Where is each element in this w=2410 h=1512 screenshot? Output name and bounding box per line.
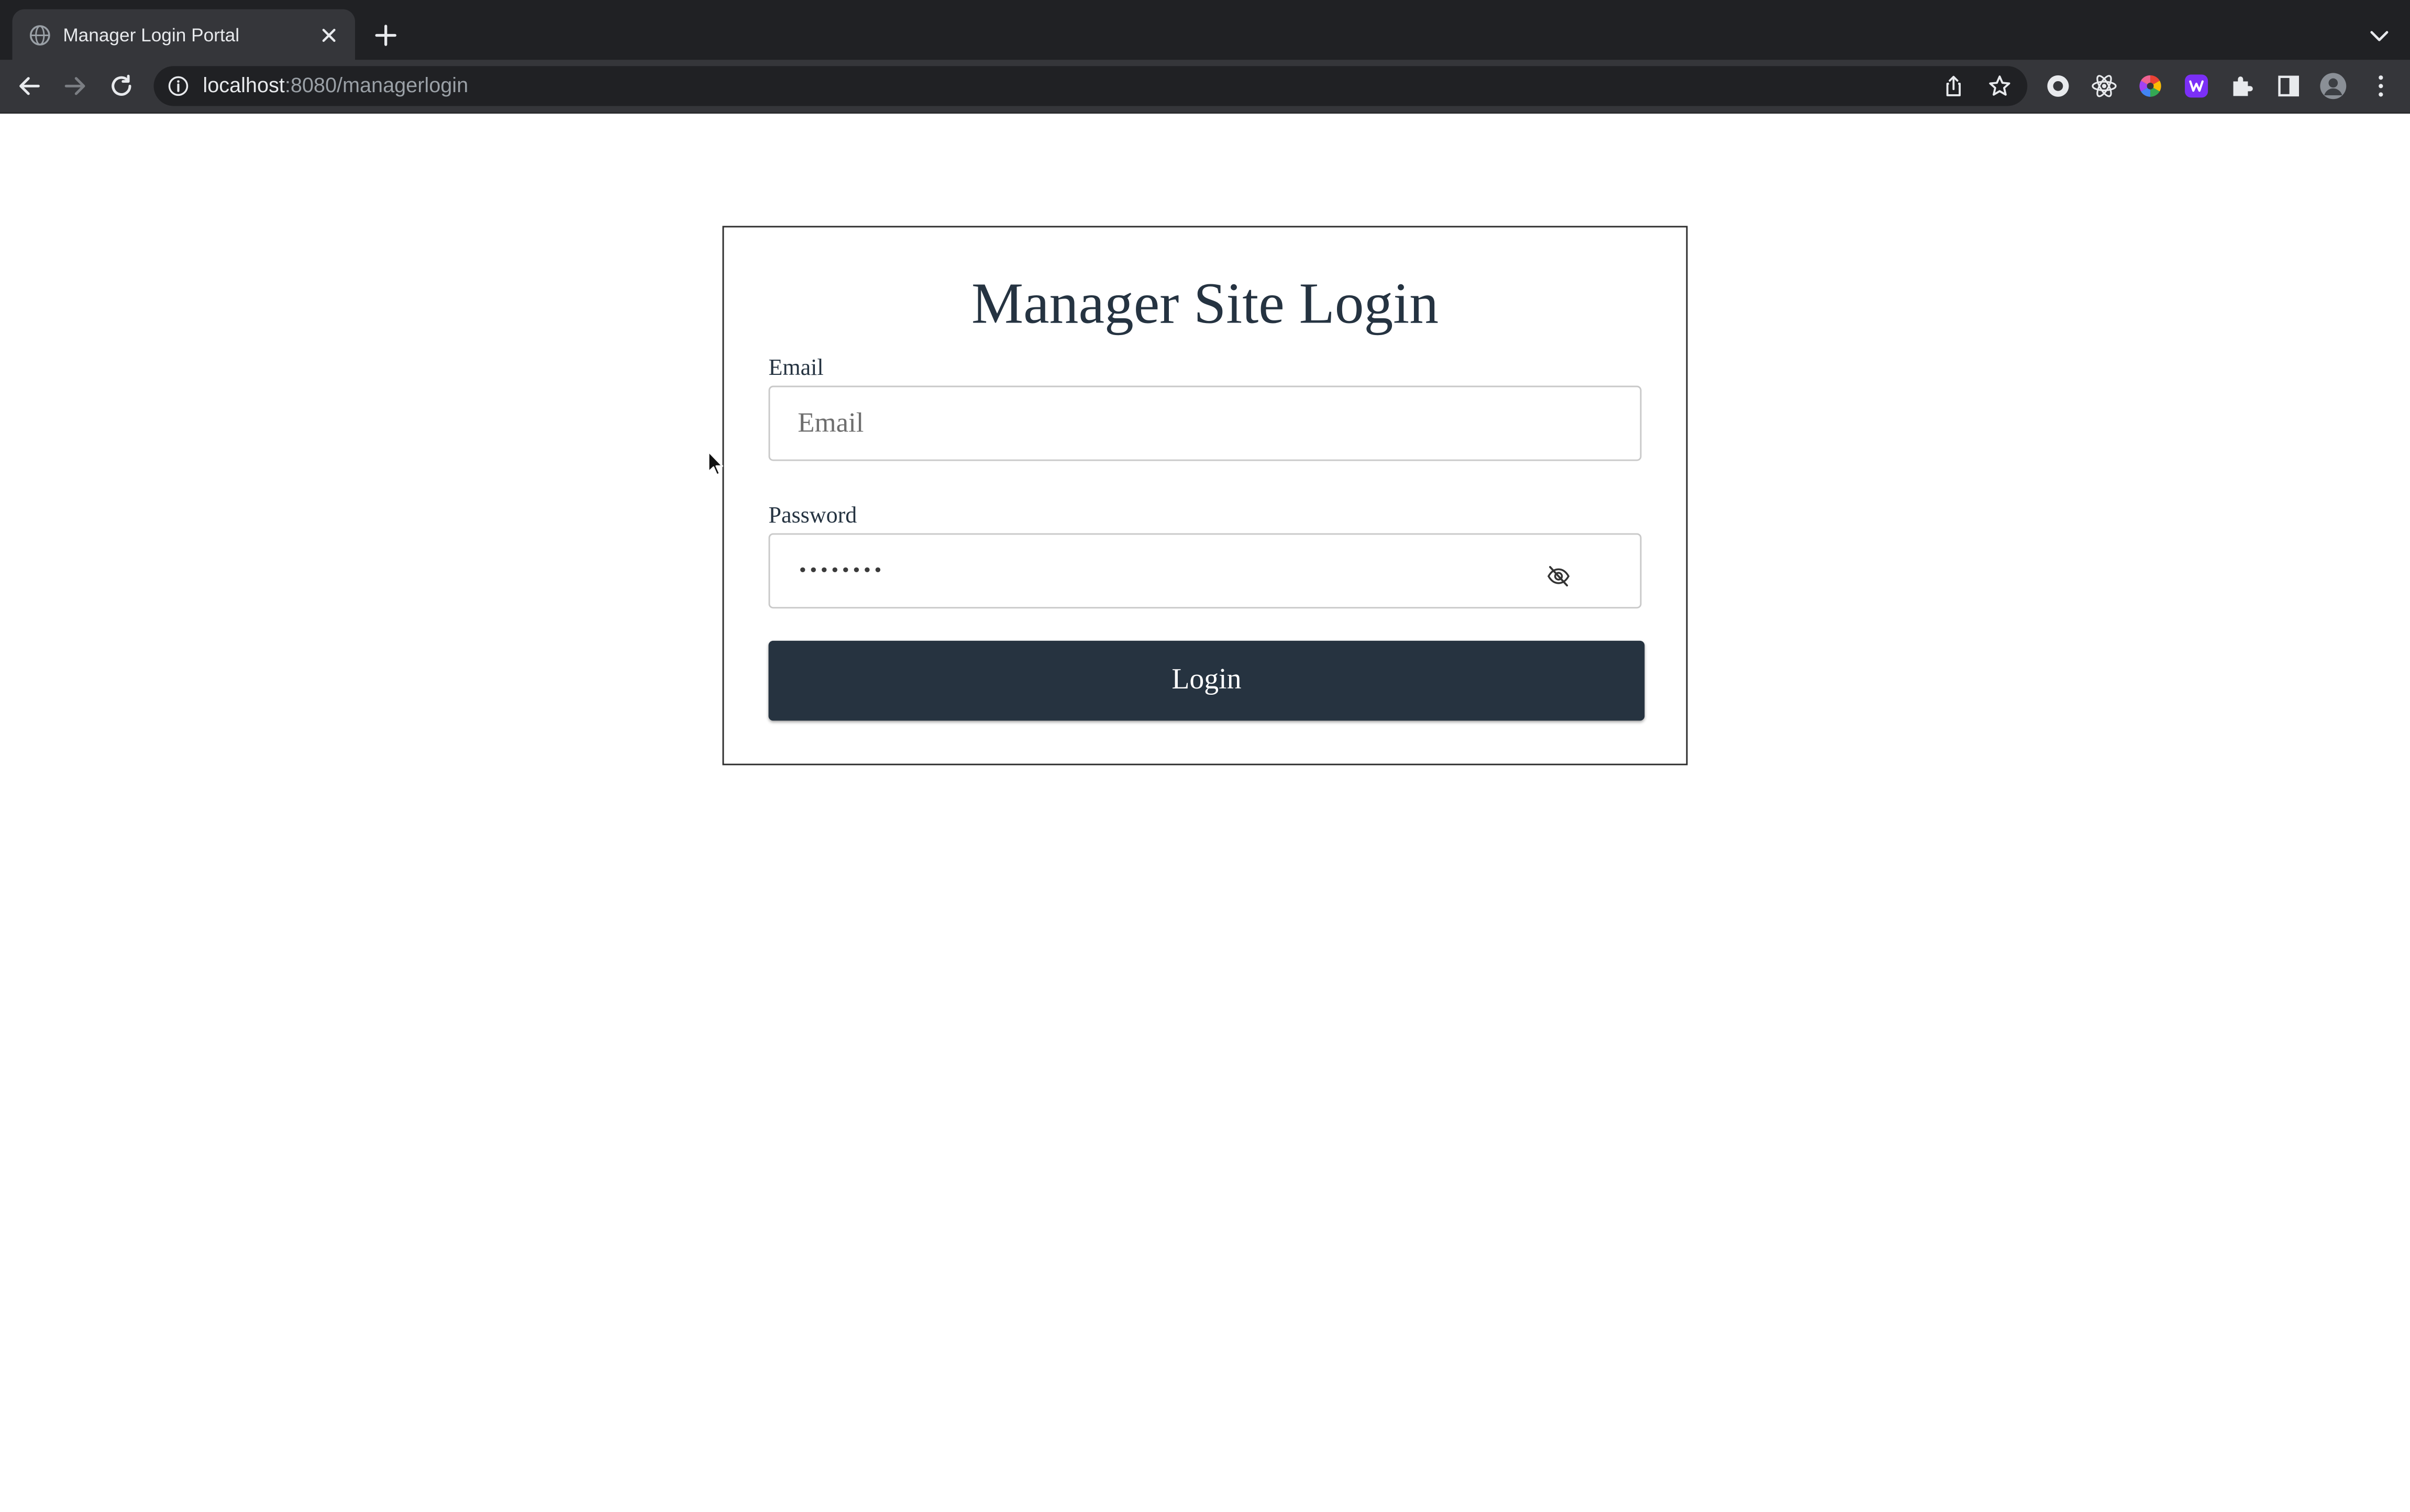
close-icon[interactable]: [318, 25, 340, 46]
menu-kebab-icon[interactable]: [2367, 72, 2395, 100]
password-masked-value[interactable]: ••••••••: [798, 556, 883, 587]
url-text[interactable]: localhost:8080/managerlogin: [203, 74, 468, 98]
browser-toolbar: localhost:8080/managerlogin: [0, 60, 2410, 114]
screen: Manager Login Portal localhost:8080/mana…: [0, 0, 2410, 1512]
reload-icon[interactable]: [107, 72, 135, 100]
plus-icon[interactable]: [373, 23, 398, 48]
email-label: Email: [768, 356, 824, 381]
url-host: localhost: [203, 73, 285, 97]
eye-slash-icon[interactable]: [1546, 564, 1571, 588]
color-wheel-icon[interactable]: [2137, 72, 2164, 100]
browser-tab-strip: Manager Login Portal: [0, 0, 2410, 60]
share-icon[interactable]: [1941, 74, 1966, 98]
info-icon[interactable]: [168, 75, 189, 97]
login-button[interactable]: Login: [768, 640, 1645, 721]
react-devtools-icon[interactable]: [2091, 72, 2118, 100]
page-viewport: Manager Site Login Email Password ••••••…: [0, 114, 2410, 1512]
email-input[interactable]: [770, 387, 1640, 460]
arrow-right-icon[interactable]: [61, 72, 89, 100]
url-path: :8080/managerlogin: [284, 73, 469, 97]
puzzle-icon[interactable]: [2229, 72, 2257, 100]
globe-icon: [29, 25, 50, 46]
chevron-down-icon[interactable]: [2367, 23, 2392, 48]
tab-title: Manager Login Portal: [63, 24, 240, 47]
profile-avatar-icon[interactable]: [2319, 72, 2347, 100]
password-field[interactable]: ••••••••: [768, 533, 1642, 609]
arrow-left-icon[interactable]: [15, 72, 43, 100]
browser-tab[interactable]: Manager Login Portal: [12, 9, 355, 60]
email-field[interactable]: [768, 385, 1642, 461]
page-title: Manager Site Login: [971, 272, 1439, 337]
password-label: Password: [768, 504, 857, 529]
extension-circle-icon[interactable]: [2044, 72, 2072, 100]
mouse-cursor-icon: [707, 451, 723, 476]
address-bar[interactable]: localhost:8080/managerlogin: [153, 66, 2028, 106]
star-icon[interactable]: [1987, 74, 2012, 98]
purple-extension-icon[interactable]: [2183, 72, 2210, 100]
side-panel-icon[interactable]: [2275, 72, 2303, 100]
login-card: Manager Site Login Email Password ••••••…: [722, 226, 1688, 765]
